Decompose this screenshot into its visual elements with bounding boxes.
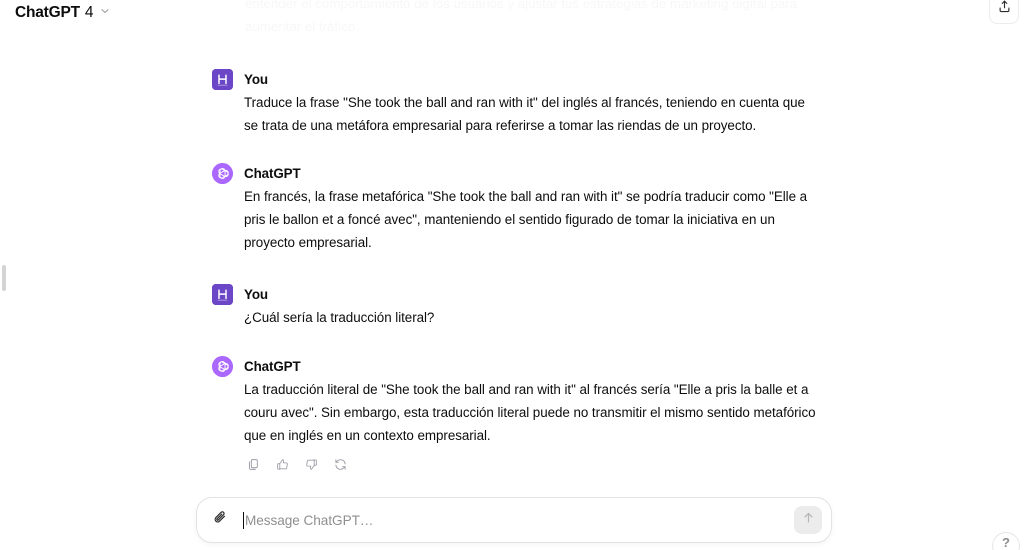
regenerate-button[interactable] (330, 457, 351, 478)
model-selector[interactable]: ChatGPT 4 (11, 2, 115, 24)
conversation-turn: ChatGPT En francés, la frase metafórica … (212, 162, 822, 255)
conversation-turn: You ¿Cuál sería la traducción literal? (212, 283, 822, 329)
message-action-bar (243, 457, 822, 478)
share-button[interactable] (989, 0, 1019, 24)
paperclip-icon (212, 509, 229, 531)
copy-button[interactable] (243, 457, 264, 478)
turn-message-text: ¿Cuál sería la traducción literal? (244, 310, 435, 325)
turn-message-text: Traduce la frase "She took the ball and … (244, 95, 805, 134)
send-button[interactable] (794, 506, 822, 534)
share-upload-icon (997, 0, 1012, 19)
turn-message-text: La traducción literal de "She took the b… (244, 382, 816, 444)
arrow-up-icon (801, 510, 816, 530)
thumbs-down-button[interactable] (301, 457, 322, 478)
turn-header: ChatGPT (212, 355, 822, 377)
openai-logo-icon (212, 162, 233, 184)
message-input[interactable]: Message ChatGPT… (233, 498, 794, 542)
turn-message-text: En francés, la frase metafórica "She too… (244, 189, 808, 251)
turn-header: You (212, 283, 822, 305)
model-name-label: ChatGPT (15, 4, 80, 21)
message-input-placeholder: Message ChatGPT… (245, 512, 374, 528)
turn-header: ChatGPT (212, 162, 822, 184)
model-version-label: 4 (84, 4, 94, 21)
turn-author: You (244, 286, 268, 302)
openai-logo-icon (212, 355, 233, 377)
text-cursor (243, 511, 244, 529)
conversation-turn: ChatGPT La traducción literal de "She to… (212, 355, 822, 478)
help-label: ? (1002, 535, 1010, 550)
copy-icon (247, 458, 260, 476)
turn-header: You (212, 68, 822, 90)
thumbs-up-icon (276, 458, 289, 476)
regenerate-icon (334, 458, 347, 476)
top-bar: ChatGPT 4 (0, 0, 1024, 26)
turn-author: ChatGPT (244, 165, 301, 181)
attach-file-button[interactable] (207, 507, 233, 533)
message-composer: Message ChatGPT… (196, 497, 832, 543)
thumbs-up-button[interactable] (272, 457, 293, 478)
thumbs-down-icon (305, 458, 318, 476)
conversation-turn: You Traduce la frase "She took the ball … (212, 68, 822, 137)
chevron-down-icon (99, 4, 111, 22)
user-avatar (212, 283, 233, 305)
sidebar-resize-handle[interactable] (2, 265, 6, 291)
turn-author: You (244, 71, 268, 87)
turn-author: ChatGPT (244, 358, 301, 374)
user-avatar (212, 68, 233, 90)
conversation-thread: You Traduce la frase "She took the ball … (0, 58, 1024, 478)
help-button[interactable]: ? (992, 532, 1020, 550)
